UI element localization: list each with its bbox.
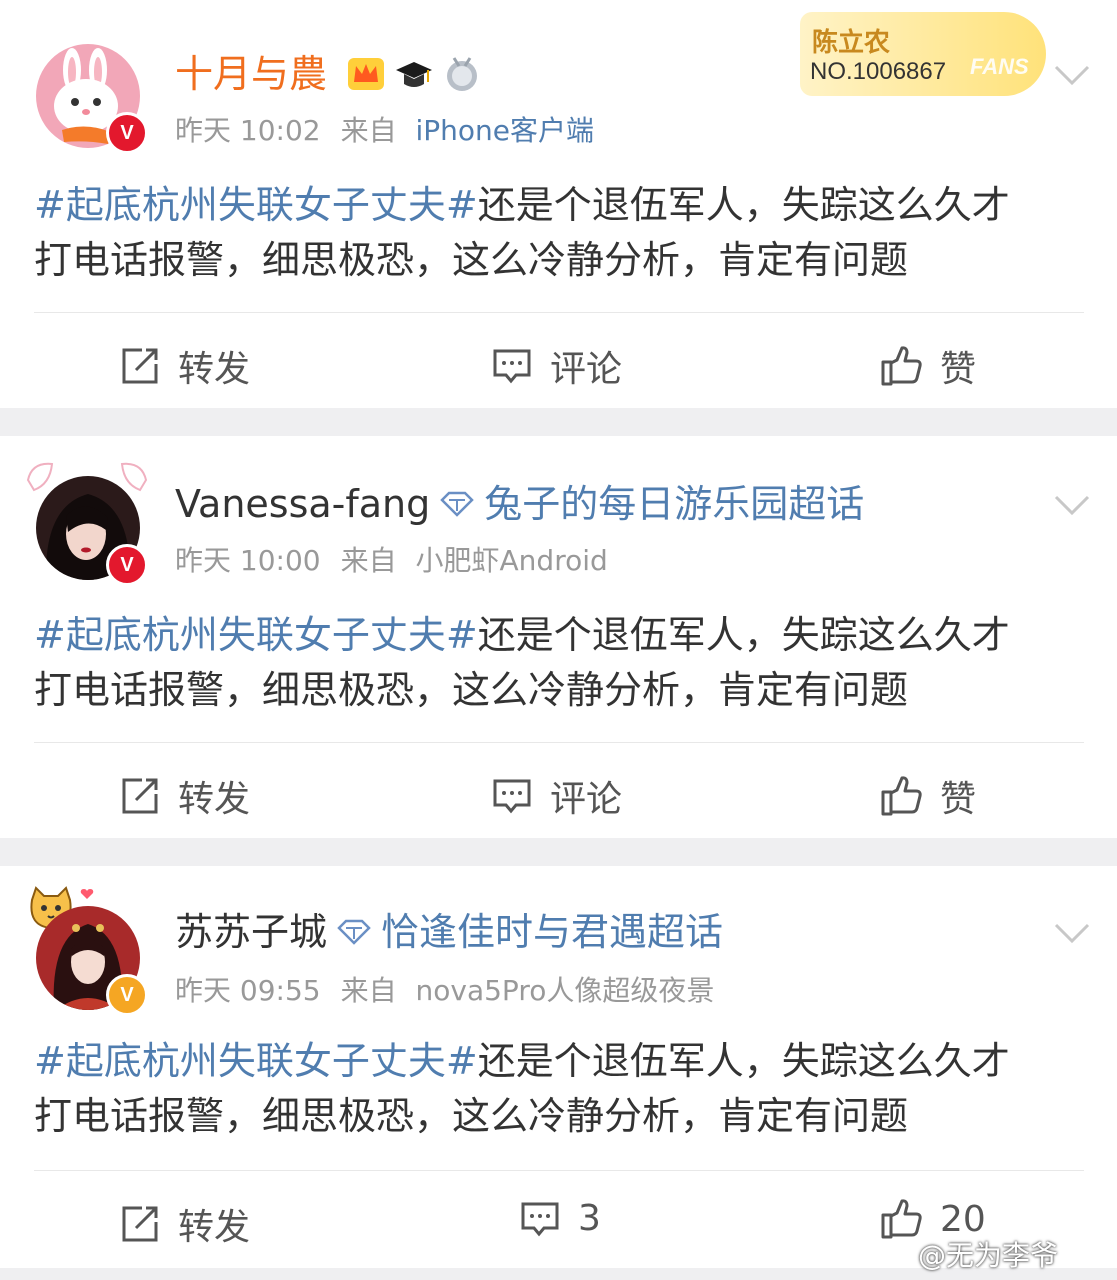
graduation-cap-icon[interactable]: [394, 54, 434, 94]
comment-icon: [493, 779, 531, 814]
content-line-2: 打电话报警，细思极恐，这么冷静分析，肯定有问题: [34, 1094, 909, 1138]
content-line-2: 打电话报警，细思极恐，这么冷静分析，肯定有问题: [34, 668, 909, 712]
thumbs-up-icon: [881, 346, 922, 386]
username[interactable]: 苏苏子城: [175, 910, 327, 954]
comment-button[interactable]: 3: [520, 1198, 601, 1239]
like-button[interactable]: 赞: [880, 340, 976, 392]
content-line-1: #起底杭州失联女子丈夫#还是个退伍军人，失踪这么久才: [34, 608, 1084, 663]
divider: [34, 1170, 1084, 1171]
content-text: 还是个退伍军人，失踪这么久才: [477, 1039, 1010, 1083]
repost-icon: [122, 778, 158, 814]
super-topic-diamond-icon: [337, 919, 371, 945]
username[interactable]: 十月与農: [175, 52, 327, 96]
post-card-3: V 苏苏子城 恰逢佳时与君遇超话 昨天 09:55 来自 nova5Pro人像超级…: [0, 866, 1117, 1268]
repost-label: 转发: [178, 1207, 251, 1248]
post-time: 昨天 10:02: [175, 114, 321, 147]
content-line-1: #起底杭州失联女子丈夫#还是个退伍军人，失踪这么久才: [34, 178, 1084, 233]
fans-card-name: 陈立农: [812, 28, 891, 58]
repost-button[interactable]: 转发: [120, 1198, 250, 1250]
source-prefix: 来自: [340, 114, 397, 147]
verified-badge-icon: V: [106, 112, 148, 154]
verified-badge-icon: V: [106, 974, 148, 1016]
content-text: 还是个退伍军人，失踪这么久才: [477, 613, 1010, 657]
user-header: 苏苏子城 恰逢佳时与君遇超话: [175, 910, 723, 954]
chevron-down-icon[interactable]: [1052, 920, 1092, 946]
thumbs-up-icon: [881, 1199, 922, 1239]
crown-badge-icon[interactable]: [346, 54, 386, 94]
post-source[interactable]: nova5Pro人像超级夜景: [416, 974, 715, 1007]
repost-icon: [122, 1206, 158, 1242]
divider: [34, 742, 1084, 743]
user-header: Vanessa-fang 兔子的每日游乐园超话: [175, 482, 864, 526]
comment-icon: [493, 349, 531, 384]
content-text: 还是个退伍军人，失踪这么久才: [477, 183, 1010, 227]
post-card-1: V 十月与農 陈立农 NO.1006867 FANS 昨天 10:02 来自 iP…: [0, 0, 1117, 408]
comment-label: 评论: [550, 779, 623, 820]
like-button[interactable]: 赞: [880, 770, 976, 822]
post-content: #起底杭州失联女子丈夫#还是个退伍军人，失踪这么久才 打电话报警，细思极恐，这么…: [34, 1034, 1084, 1144]
heart-icon: [80, 889, 94, 899]
chevron-down-icon[interactable]: [1052, 492, 1092, 518]
comment-button[interactable]: 评论: [492, 770, 622, 822]
post-meta: 昨天 10:00 来自 小肥虾Android: [175, 544, 608, 578]
post-content: #起底杭州失联女子丈夫#还是个退伍军人，失踪这么久才 打电话报警，细思极恐，这么…: [34, 608, 1084, 718]
post-time: 昨天 09:55: [175, 974, 321, 1007]
weibo-watermark: @无为李爷: [918, 1239, 1059, 1272]
comment-icon: [521, 1202, 559, 1236]
verified-badge-icon: V: [106, 544, 148, 586]
like-label: 赞: [940, 349, 977, 390]
post-source[interactable]: iPhone客户端: [416, 114, 595, 147]
super-topic-link[interactable]: 兔子的每日游乐园超话: [484, 482, 864, 526]
comment-button[interactable]: 评论: [492, 340, 622, 392]
post-time: 昨天 10:00: [175, 544, 321, 577]
thumbs-up-icon: [881, 776, 922, 816]
fans-card[interactable]: 陈立农 NO.1006867 FANS: [800, 12, 1046, 96]
post-card-2: V Vanessa-fang 兔子的每日游乐园超话 昨天 10:00 来自 小肥虾…: [0, 436, 1117, 838]
post-meta: 昨天 10:02 来自 iPhone客户端: [175, 114, 594, 148]
fans-card-number: NO.1006867: [810, 58, 947, 85]
content-line-2: 打电话报警，细思极恐，这么冷静分析，肯定有问题: [34, 238, 909, 282]
repost-label: 转发: [178, 349, 251, 390]
repost-button[interactable]: 转发: [120, 340, 250, 392]
medal-icon[interactable]: [442, 54, 482, 94]
repost-label: 转发: [178, 779, 251, 820]
super-topic-diamond-icon: [440, 491, 475, 517]
hashtag-link[interactable]: #起底杭州失联女子丈夫#: [34, 183, 478, 227]
hashtag-link[interactable]: #起底杭州失联女子丈夫#: [34, 613, 478, 657]
post-meta: 昨天 09:55 来自 nova5Pro人像超级夜景: [175, 974, 714, 1008]
fans-card-tag: FANS: [970, 54, 1029, 79]
divider: [34, 312, 1084, 313]
repost-icon: [122, 348, 158, 384]
source-prefix: 来自: [340, 974, 397, 1007]
comment-count: 3: [578, 1198, 601, 1239]
source-prefix: 来自: [340, 544, 397, 577]
like-label: 赞: [940, 779, 977, 820]
hashtag-link[interactable]: #起底杭州失联女子丈夫#: [34, 1039, 478, 1083]
post-source[interactable]: 小肥虾Android: [416, 544, 608, 577]
content-line-1: #起底杭州失联女子丈夫#还是个退伍军人，失踪这么久才: [34, 1034, 1084, 1089]
comment-label: 评论: [550, 349, 623, 390]
post-content: #起底杭州失联女子丈夫#还是个退伍军人，失踪这么久才 打电话报警，细思极恐，这么…: [34, 178, 1084, 288]
username[interactable]: Vanessa-fang: [175, 482, 430, 526]
repost-button[interactable]: 转发: [120, 770, 250, 822]
super-topic-link[interactable]: 恰逢佳时与君遇超话: [381, 910, 723, 954]
chevron-down-icon[interactable]: [1052, 62, 1092, 88]
